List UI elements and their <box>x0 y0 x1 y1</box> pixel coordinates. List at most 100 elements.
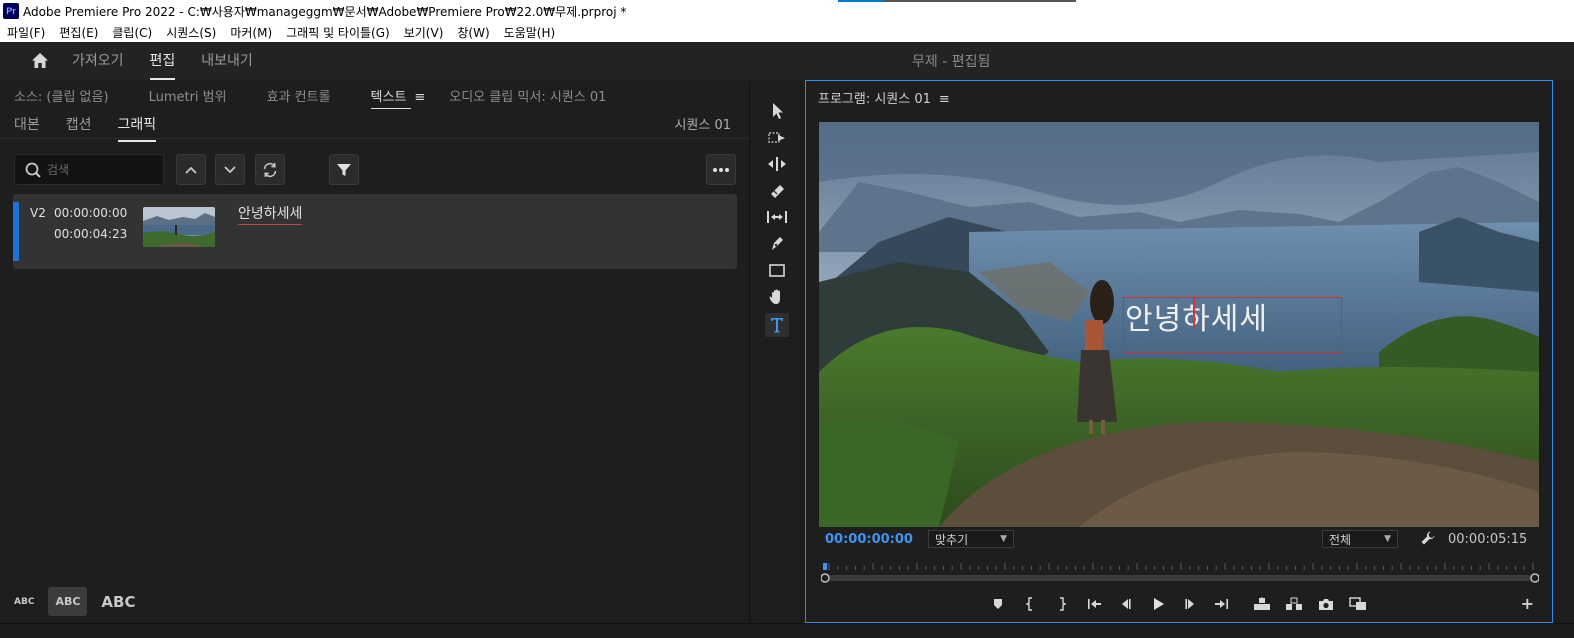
step-back-icon <box>1122 599 1131 609</box>
replace-button[interactable] <box>255 154 285 185</box>
lift-icon <box>1254 597 1270 610</box>
mark-in-button[interactable] <box>1014 597 1046 611</box>
pen-tool[interactable] <box>765 232 789 256</box>
subtab-captions[interactable]: 캡션 <box>66 114 92 134</box>
project-status: 무제 - 편집됨 <box>912 54 991 70</box>
clip-thumbnail <box>143 207 215 247</box>
button-editor-button[interactable]: + <box>1521 594 1534 613</box>
playback-resolution-select[interactable]: 전체 ▼ <box>1322 530 1398 548</box>
tab-text[interactable]: 텍스트 ≡ <box>370 86 425 109</box>
sequence-label: 시퀀스 01 <box>674 118 731 133</box>
ripple-edit-tool[interactable] <box>765 152 789 176</box>
tab-lumetri-scopes[interactable]: Lumetri 범위 <box>149 86 227 105</box>
duration-timecode: 00:00:05:15 <box>1448 532 1528 547</box>
text-size-small-button[interactable]: ABC <box>14 597 34 607</box>
menu-edit[interactable]: 편집(E) <box>52 24 105 41</box>
filter-button[interactable] <box>329 154 359 185</box>
workspace-header: 가져오기 편집 내보내기 무제 - 편집됨 <box>0 42 1574 80</box>
razor-icon <box>771 185 784 198</box>
menu-graphics[interactable]: 그래픽 및 타이틀(G) <box>279 24 397 41</box>
menu-file[interactable]: 파일(F) <box>0 24 52 41</box>
program-monitor: 프로그램: 시퀀스 01 ≡ 안녕하세세 00:00:00:00 맞추기 ▼ 전… <box>805 80 1553 623</box>
tab-source[interactable]: 소스: (클립 없음) <box>14 86 109 105</box>
home-icon[interactable] <box>30 51 50 71</box>
tab-text-label: 텍스트 <box>370 89 407 105</box>
panel-menu-icon[interactable]: ≡ <box>414 90 425 105</box>
menu-view[interactable]: 보기(V) <box>397 24 451 41</box>
extract-button[interactable] <box>1278 597 1310 611</box>
hand-tool[interactable] <box>765 285 789 309</box>
program-menu-icon[interactable]: ≡ <box>939 92 950 107</box>
mark-out-button[interactable] <box>1046 597 1078 611</box>
zoom-fit-select[interactable]: 맞추기 ▼ <box>928 530 1014 548</box>
chevron-up-icon <box>185 166 197 174</box>
menu-marker[interactable]: 마커(M) <box>223 24 279 41</box>
hand-icon <box>769 289 780 304</box>
track-select-tool[interactable] <box>765 126 789 150</box>
razor-tool[interactable] <box>765 179 789 203</box>
type-tool[interactable] <box>765 313 789 337</box>
subtab-transcript[interactable]: 대본 <box>14 114 40 134</box>
sub-tabs: 대본 캡션 그래픽 시퀀스 01 <box>0 109 749 142</box>
search-box[interactable] <box>14 154 164 185</box>
workspace-tab-edit[interactable]: 편집 <box>149 50 175 80</box>
zoom-fit-value: 맞추기 <box>935 532 969 547</box>
bottom-panel-edge <box>0 623 1574 638</box>
tab-effect-controls[interactable]: 효과 컨트롤 <box>267 86 331 105</box>
play-icon <box>1154 598 1164 610</box>
more-icon <box>713 167 729 172</box>
more-options-button[interactable] <box>706 154 736 185</box>
text-cursor <box>1193 298 1195 328</box>
mark-out-icon <box>1060 597 1067 611</box>
go-to-out-button[interactable] <box>1206 598 1238 610</box>
text-size-medium-button[interactable]: ABC <box>48 587 88 616</box>
program-video-frame[interactable]: 안녕하세세 <box>819 122 1539 527</box>
menu-help[interactable]: 도움말(H) <box>497 24 563 41</box>
previous-button[interactable] <box>176 154 206 185</box>
filter-icon <box>337 163 351 176</box>
playhead-timecode[interactable]: 00:00:00:00 <box>825 532 913 547</box>
subtab-graphics[interactable]: 그래픽 <box>117 114 156 142</box>
rectangle-tool[interactable] <box>765 259 789 283</box>
slip-icon <box>767 211 787 223</box>
tools-panel <box>756 81 798 622</box>
workspace-tab-export[interactable]: 내보내기 <box>201 50 253 72</box>
step-back-button[interactable] <box>1110 598 1142 610</box>
menu-sequence[interactable]: 시퀀스(S) <box>159 24 223 41</box>
search-icon <box>25 162 41 178</box>
time-ruler[interactable] <box>821 559 1539 589</box>
refresh-icon <box>263 162 277 177</box>
arrow-cursor-icon <box>773 103 783 119</box>
comparison-view-button[interactable] <box>1342 597 1374 611</box>
export-frame-button[interactable] <box>1310 598 1342 611</box>
chevron-down-icon: ▼ <box>1000 534 1007 544</box>
graphics-clip-row[interactable]: V2 00:00:00:00 00:00:04:23 안녕하세세 <box>13 194 737 269</box>
selection-tool[interactable] <box>765 99 789 123</box>
add-marker-button[interactable] <box>982 598 1014 610</box>
program-title-label: 프로그램: 시퀀스 01 <box>818 92 931 107</box>
menu-clip[interactable]: 클립(C) <box>105 24 159 41</box>
clip-name[interactable]: 안녕하세세 <box>238 203 303 225</box>
workspace-tab-import[interactable]: 가져오기 <box>72 50 124 72</box>
wrench-icon[interactable] <box>1420 530 1436 546</box>
play-button[interactable] <box>1142 597 1174 611</box>
window-title: Adobe Premiere Pro 2022 - C:₩사용자₩manageg… <box>23 4 627 19</box>
lift-button[interactable] <box>1246 597 1278 611</box>
chevron-down-icon: ▼ <box>1384 534 1391 544</box>
search-input[interactable] <box>47 162 147 177</box>
next-button[interactable] <box>215 154 245 185</box>
step-forward-button[interactable] <box>1174 598 1206 610</box>
clip-out-timecode: 00:00:04:23 <box>54 227 128 241</box>
text-size-large-button[interactable]: ABC <box>101 593 135 611</box>
premiere-logo-icon: Pr <box>3 3 19 19</box>
marker-icon <box>994 599 1002 609</box>
menu-window[interactable]: 창(W) <box>450 24 496 41</box>
graphics-toolbar <box>14 153 738 187</box>
tab-audio-clip-mixer[interactable]: 오디오 클립 믹서: 시퀀스 01 <box>449 86 606 105</box>
go-to-in-button[interactable] <box>1078 598 1110 610</box>
slip-tool[interactable] <box>765 205 789 229</box>
extract-icon <box>1286 597 1302 610</box>
mark-in-icon <box>1025 597 1032 611</box>
clip-color-marker <box>13 202 19 261</box>
video-title-text[interactable]: 안녕하세세 <box>1125 294 1268 338</box>
